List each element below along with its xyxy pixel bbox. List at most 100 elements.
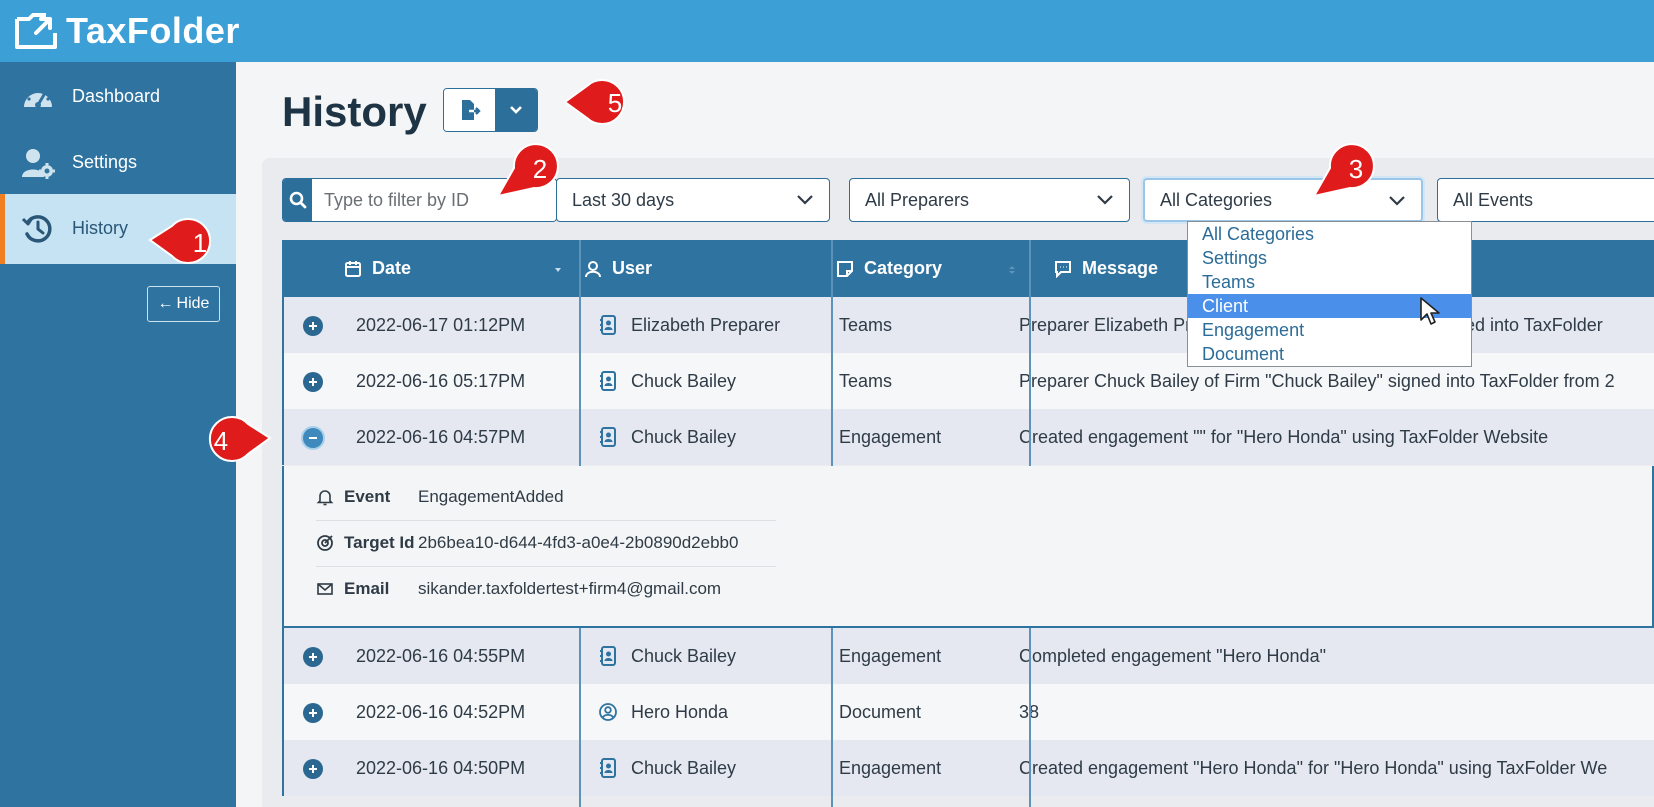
expand-row-button[interactable] <box>303 372 323 392</box>
export-button[interactable] <box>444 89 496 131</box>
user-icon <box>585 260 601 277</box>
row-detail-panel: Event EngagementAdded Target Id 2b6bea10… <box>282 466 1654 628</box>
category-cell: Engagement <box>839 757 942 778</box>
sidebar-item-dashboard[interactable]: Dashboard <box>0 62 236 132</box>
export-dropdown-button[interactable] <box>495 89 537 131</box>
column-divider <box>1029 628 1031 807</box>
table-row[interactable]: 2022-06-16 04:55PM Chuck Bailey Engageme… <box>282 628 1654 684</box>
callout-2: 2 <box>494 142 568 198</box>
detail-value: EngagementAdded <box>418 487 564 506</box>
column-header-message[interactable]: Message <box>1054 240 1158 297</box>
folder-logo-icon <box>15 13 57 49</box>
table-row[interactable]: 2022-06-16 04:50PM Chuck Bailey Engageme… <box>282 740 1654 796</box>
brand-logo[interactable]: TaxFolder <box>14 10 240 52</box>
search-button[interactable] <box>283 179 312 221</box>
category-cell: Document <box>839 701 922 722</box>
user-name: Hero Honda <box>631 701 729 722</box>
search-icon <box>289 191 306 209</box>
target-icon <box>317 535 333 551</box>
categories-value: All Categories <box>1160 189 1273 210</box>
expand-row-button[interactable] <box>303 759 323 779</box>
message-cell: Created engagement "Hero Honda" for "Her… <box>1019 757 1608 778</box>
category-option-document[interactable]: Document <box>1188 342 1471 366</box>
user-cell: Chuck Bailey <box>599 740 839 796</box>
categories-dropdown-list: All Categories Settings Teams Client Eng… <box>1187 221 1472 367</box>
column-header-user[interactable]: User <box>584 240 652 297</box>
contact-card-icon <box>600 646 616 666</box>
detail-value: sikander.taxfoldertest+firm4@gmail.com <box>418 579 722 598</box>
hide-sidebar-button[interactable]: ← Hide <box>147 286 220 322</box>
minus-icon <box>309 437 317 439</box>
category-option-settings[interactable]: Settings <box>1188 246 1471 270</box>
sidebar-item-label: History <box>72 218 129 238</box>
sort-icon[interactable] <box>1008 266 1016 274</box>
detail-label: Target Id <box>344 533 415 552</box>
message-cell: Created engagement "" for "Hero Honda" u… <box>1019 426 1549 447</box>
sort-icon[interactable] <box>554 266 562 274</box>
top-bar: TaxFolder <box>0 0 1654 62</box>
calendar-icon <box>345 260 361 277</box>
detail-label: Email <box>344 579 390 598</box>
category-cell: Teams <box>839 370 893 391</box>
category-option-all[interactable]: All Categories <box>1188 222 1471 246</box>
hide-label: Hide <box>176 295 210 312</box>
user-cell: Elizabeth Preparer <box>599 297 839 353</box>
gauge-icon <box>20 80 56 114</box>
events-value: All Events <box>1453 189 1534 210</box>
column-header-category[interactable]: Category <box>836 240 942 297</box>
collapse-row-button[interactable] <box>303 428 323 448</box>
date-cell: 2022-06-17 01:12PM <box>356 314 526 335</box>
user-name: Chuck Bailey <box>631 757 737 778</box>
expand-row-button[interactable] <box>303 647 323 667</box>
arrow-left-icon: ← <box>157 295 174 312</box>
user-cell: Chuck Bailey <box>599 628 839 684</box>
date-range-value: Last 30 days <box>572 189 675 210</box>
detail-event: Event EngagementAdded <box>316 474 564 520</box>
note-icon <box>837 260 853 277</box>
column-divider <box>1029 240 1031 466</box>
contact-card-icon <box>600 758 616 778</box>
date-cell: 2022-06-16 04:52PM <box>356 701 526 722</box>
column-divider <box>831 240 833 466</box>
user-cell: Hero Honda <box>599 684 839 740</box>
table-row[interactable]: 2022-06-16 04:52PM Hero Honda Document 3… <box>282 684 1654 740</box>
user-name: Elizabeth Preparer <box>631 314 781 335</box>
date-cell: 2022-06-16 04:55PM <box>356 645 526 666</box>
plus-icon <box>309 709 317 717</box>
category-cell: Teams <box>839 314 893 335</box>
chevron-down-icon <box>1389 196 1405 206</box>
sidebar-item-label: Settings <box>72 152 138 172</box>
user-cell: Chuck Bailey <box>599 353 839 409</box>
user-name: Chuck Bailey <box>631 426 737 447</box>
contact-card-icon <box>600 371 616 391</box>
date-range-select[interactable]: Last 30 days <box>556 178 830 222</box>
page-title: History <box>282 88 427 135</box>
date-cell: 2022-06-16 04:57PM <box>356 426 526 447</box>
expand-row-button[interactable] <box>303 703 323 723</box>
callout-3: 3 <box>1310 142 1384 198</box>
category-cell: Engagement <box>839 645 942 666</box>
events-select[interactable]: All Events <box>1437 178 1654 222</box>
sidebar-item-label: Dashboard <box>72 86 161 106</box>
contact-card-icon <box>600 315 616 335</box>
callout-4: 4 <box>196 414 272 466</box>
client-user-icon <box>599 703 617 721</box>
brand-name: TaxFolder <box>66 10 240 51</box>
detail-label: Event <box>344 487 391 506</box>
date-cell: 2022-06-16 05:17PM <box>356 370 526 391</box>
chevron-down-icon <box>510 106 523 114</box>
category-option-teams[interactable]: Teams <box>1188 270 1471 294</box>
preparers-value: All Preparers <box>865 189 970 210</box>
sidebar-item-settings[interactable]: Settings <box>0 128 236 198</box>
preparers-select[interactable]: All Preparers <box>849 178 1130 222</box>
column-header-date[interactable]: Date <box>344 240 411 297</box>
expand-row-button[interactable] <box>303 316 323 336</box>
user-name: Chuck Bailey <box>631 645 737 666</box>
table-row[interactable]: 2022-06-16 04:57PM Chuck Bailey Engageme… <box>282 409 1654 465</box>
column-header-label: Category <box>864 258 943 278</box>
envelope-icon <box>317 583 333 595</box>
mouse-cursor-icon <box>1420 297 1440 325</box>
history-icon <box>20 212 56 246</box>
callout-5: 5 <box>563 76 639 128</box>
column-header-label: User <box>612 258 653 278</box>
